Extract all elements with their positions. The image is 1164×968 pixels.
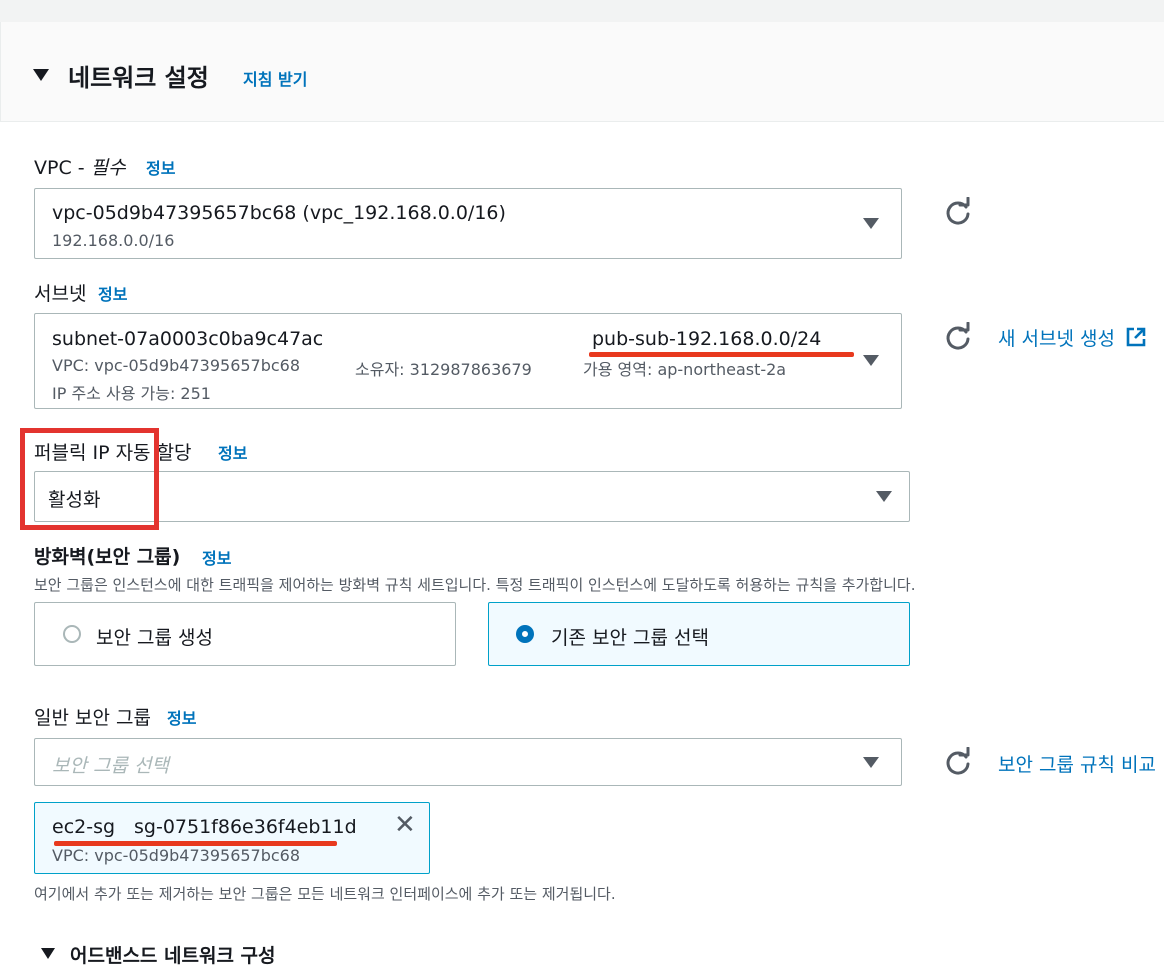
sg-token-name: ec2-sg xyxy=(52,816,116,838)
annotation-box xyxy=(20,428,159,530)
radio-selected-icon xyxy=(516,625,534,643)
vpc-select[interactable]: vpc-05d9b47395657bc68 (vpc_192.168.0.0/1… xyxy=(34,188,902,259)
subnet-name: pub-sub-192.168.0.0/24 xyxy=(592,328,822,350)
refresh-icon[interactable] xyxy=(943,197,973,227)
common-sg-info-link[interactable]: 정보 xyxy=(167,705,196,729)
annotation-underline xyxy=(54,841,337,846)
sg-select[interactable]: 보안 그룹 선택 xyxy=(34,738,902,786)
vpc-info-link[interactable]: 정보 xyxy=(146,155,175,179)
annotation-underline xyxy=(589,352,854,357)
section-title: 네트워크 설정 xyxy=(68,64,209,92)
top-strip xyxy=(0,0,1164,23)
firewall-label: 방화벽(보안 그룹) xyxy=(34,546,181,568)
firewall-description: 보안 그룹은 인스턴스에 대한 트래픽을 제어하는 방화벽 규칙 세트입니다. … xyxy=(34,576,916,594)
collapse-caret-icon[interactable] xyxy=(33,69,49,81)
subnet-label: 서브넷 xyxy=(34,283,87,305)
subnet-vpc: VPC: vpc-05d9b47395657bc68 xyxy=(52,356,301,375)
radio-icon xyxy=(63,625,81,643)
sg-token-id: sg-0751f86e36f4eb11d xyxy=(134,816,357,838)
external-link-icon xyxy=(1126,327,1146,347)
guide-link[interactable]: 지침 받기 xyxy=(243,66,307,90)
refresh-icon[interactable] xyxy=(943,322,973,352)
subnet-az: 가용 영역: ap-northeast-2a xyxy=(583,360,787,379)
common-sg-label: 일반 보안 그룹 xyxy=(34,707,151,729)
sg-placeholder: 보안 그룹 선택 xyxy=(52,755,169,777)
public-ip-info-link[interactable]: 정보 xyxy=(218,440,247,464)
sg-token-vpc: VPC: vpc-05d9b47395657bc68 xyxy=(52,846,301,865)
firewall-info-link[interactable]: 정보 xyxy=(202,545,231,569)
advanced-network-title[interactable]: 어드밴스드 네트워크 구성 xyxy=(70,941,276,968)
vpc-label: VPC - 필수 xyxy=(34,157,126,179)
subnet-select[interactable]: subnet-07a0003c0ba9c47ac pub-sub-192.168… xyxy=(34,313,902,409)
chevron-down-icon xyxy=(876,491,892,502)
vpc-value: vpc-05d9b47395657bc68 (vpc_192.168.0.0/1… xyxy=(52,202,506,224)
radio-label-create: 보안 그룹 생성 xyxy=(96,627,213,649)
expand-caret-icon[interactable] xyxy=(41,948,55,959)
create-subnet-link[interactable]: 새 서브넷 생성 xyxy=(998,324,1147,351)
chevron-down-icon xyxy=(863,355,879,366)
subnet-info-link[interactable]: 정보 xyxy=(98,281,127,305)
vpc-cidr: 192.168.0.0/16 xyxy=(52,231,175,250)
subnet-id: subnet-07a0003c0ba9c47ac xyxy=(52,328,324,350)
radio-option-create[interactable]: 보안 그룹 생성 xyxy=(34,602,456,666)
radio-label-existing: 기존 보안 그룹 선택 xyxy=(551,627,709,649)
refresh-icon[interactable] xyxy=(943,747,973,777)
subnet-available-ips: IP 주소 사용 가능: 251 xyxy=(52,384,211,403)
chevron-down-icon xyxy=(863,218,879,229)
sg-hint: 여기에서 추가 또는 제거하는 보안 그룹은 모든 네트워크 인터페이스에 추가… xyxy=(34,885,616,903)
sg-token: ec2-sg sg-0751f86e36f4eb11d VPC: vpc-05d… xyxy=(34,802,430,874)
public-ip-select[interactable]: 활성화 xyxy=(34,471,910,522)
compare-sg-rules-link[interactable]: 보안 그룹 규칙 비교 xyxy=(998,750,1156,777)
subnet-owner: 소유자: 312987863679 xyxy=(355,360,532,379)
close-icon[interactable]: ✕ xyxy=(394,812,416,838)
chevron-down-icon xyxy=(863,757,879,768)
radio-option-existing[interactable]: 기존 보안 그룹 선택 xyxy=(488,602,910,666)
